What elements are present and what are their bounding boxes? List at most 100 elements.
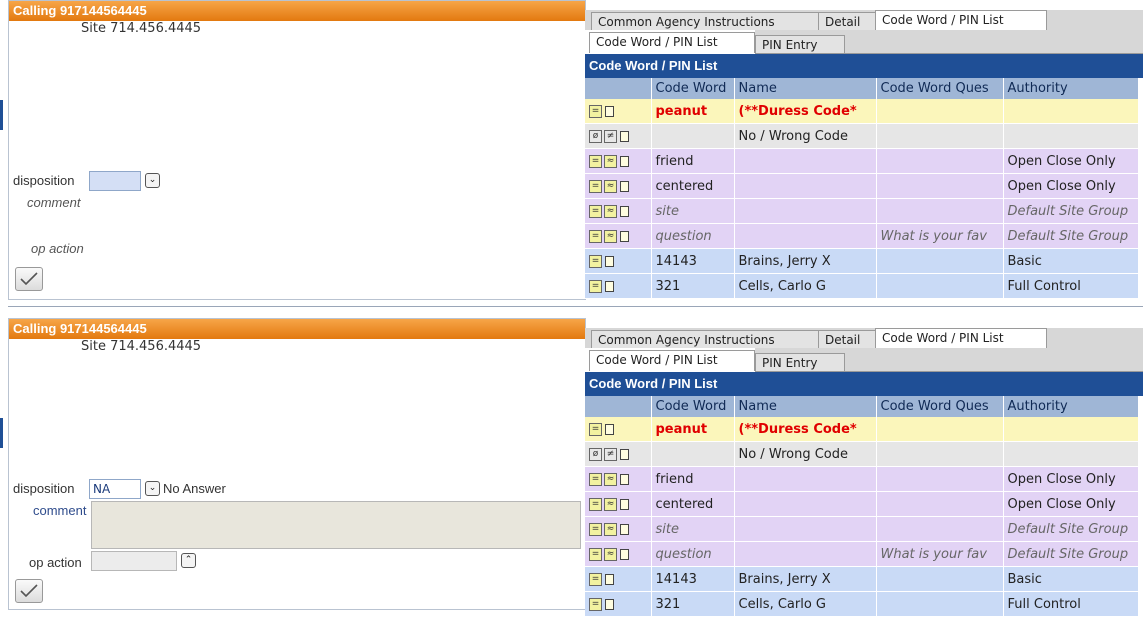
equals-icon[interactable]: = [589, 254, 602, 268]
table-row[interactable]: = ≈ question What is your fav Default Site G… [585, 223, 1139, 249]
disposition-dropdown-button[interactable]: ⌄ [145, 481, 160, 496]
table-row[interactable]: = ≈ site Default Site Group [585, 516, 1139, 542]
note-icon[interactable] [620, 155, 629, 167]
table-row[interactable]: = ≈ question What is your fav Default Site G… [585, 541, 1139, 567]
equals-icon[interactable]: = [589, 597, 602, 611]
approx-icon[interactable]: ≈ [604, 229, 617, 243]
disposition-field[interactable] [89, 171, 141, 191]
tab-detail[interactable]: Detail [818, 330, 876, 348]
equals-icon[interactable]: = [589, 497, 602, 511]
equals-icon[interactable]: = [589, 104, 602, 118]
authority-cell: Open Close Only [1003, 491, 1139, 517]
table-row[interactable]: = 14143 Brains, Jerry X Basic [585, 248, 1139, 274]
approx-icon[interactable]: ≈ [604, 497, 617, 511]
authority-cell: Open Close Only [1003, 148, 1139, 174]
equals-icon[interactable]: = [589, 472, 602, 486]
table-row[interactable]: ø ≠ No / Wrong Code [585, 441, 1139, 467]
table-row[interactable]: = ≈ centered Open Close Only [585, 491, 1139, 517]
confirm-button[interactable] [15, 267, 43, 291]
equals-icon[interactable]: = [589, 572, 602, 586]
equals-icon[interactable]: = [589, 179, 602, 193]
table-row[interactable]: = ≈ friend Open Close Only [585, 148, 1139, 174]
row-action-icons: = ≈ [585, 198, 652, 224]
not-equal-icon[interactable]: ≠ [604, 129, 617, 143]
table-row[interactable]: = 321 Cells, Carlo G Full Control [585, 591, 1139, 617]
table-row[interactable]: = ≈ site Default Site Group [585, 198, 1139, 224]
note-icon[interactable] [620, 498, 629, 510]
equals-icon[interactable]: = [589, 547, 602, 561]
approx-icon[interactable]: ≈ [604, 204, 617, 218]
note-icon[interactable] [605, 280, 614, 292]
empty-set-icon[interactable]: ø [589, 129, 602, 143]
table-row[interactable]: = peanut (**Duress Code* [585, 417, 1139, 442]
op-action-dropdown-button[interactable]: ⌃ [181, 553, 196, 568]
equals-icon[interactable]: = [589, 279, 602, 293]
table-row[interactable]: = ≈ centered Open Close Only [585, 173, 1139, 199]
table-row[interactable]: = 14143 Brains, Jerry X Basic [585, 566, 1139, 592]
column-header-code-word[interactable]: Code Word [651, 396, 735, 417]
equals-icon[interactable]: = [589, 422, 602, 436]
authority-cell: Full Control [1003, 591, 1139, 617]
note-icon[interactable] [605, 255, 614, 267]
equals-icon[interactable]: = [589, 229, 602, 243]
code-word-panel: Common Agency Instructions Detail Code Wor… [585, 0, 1143, 300]
tab-code-word-pin-list[interactable]: Code Word / PIN List [875, 10, 1047, 31]
approx-icon[interactable]: ≈ [604, 472, 617, 486]
op-action-field[interactable] [91, 551, 177, 571]
tab-code-word-pin-list[interactable]: Code Word / PIN List [875, 328, 1047, 349]
code-word-cell: 321 [651, 273, 735, 299]
note-icon[interactable] [620, 230, 629, 242]
note-icon[interactable] [620, 130, 629, 142]
table-row[interactable]: ø ≠ No / Wrong Code [585, 123, 1139, 149]
column-header-name[interactable]: Name [734, 396, 877, 417]
row-action-icons: = [585, 99, 652, 124]
note-icon[interactable] [605, 105, 614, 117]
window-edge [0, 100, 3, 130]
note-icon[interactable] [620, 523, 629, 535]
table-row[interactable]: = ≈ friend Open Close Only [585, 466, 1139, 492]
table-row[interactable]: = 321 Cells, Carlo G Full Control [585, 273, 1139, 299]
note-icon[interactable] [620, 448, 629, 460]
subtab-pin-entry[interactable]: PIN Entry [755, 353, 845, 371]
column-header-code-word-question[interactable]: Code Word Ques [876, 396, 1004, 417]
note-icon[interactable] [620, 205, 629, 217]
column-header-code-word-question[interactable]: Code Word Ques [876, 78, 1004, 99]
question-cell [876, 148, 1004, 174]
approx-icon[interactable]: ≈ [604, 154, 617, 168]
comment-textarea[interactable] [91, 501, 581, 549]
note-icon[interactable] [620, 548, 629, 560]
column-header-authority[interactable]: Authority [1003, 78, 1139, 99]
name-cell: Brains, Jerry X [734, 248, 877, 274]
call-panel: Calling 917144564445 Site 714.456.4445 dis… [0, 0, 1143, 300]
equals-icon[interactable]: = [589, 522, 602, 536]
disposition-field[interactable]: NA [89, 479, 141, 499]
tab-common-agency-instructions[interactable]: Common Agency Instructions [591, 12, 819, 30]
disposition-label: disposition [13, 481, 75, 496]
equals-icon[interactable]: = [589, 154, 602, 168]
not-equal-icon[interactable]: ≠ [604, 447, 617, 461]
equals-icon[interactable]: = [589, 204, 602, 218]
row-action-icons: = [585, 273, 652, 299]
note-icon[interactable] [620, 180, 629, 192]
confirm-button[interactable] [15, 579, 43, 603]
subtab-code-word-pin-list[interactable]: Code Word / PIN List [589, 350, 755, 371]
tab-detail[interactable]: Detail [818, 12, 876, 30]
note-icon[interactable] [605, 573, 614, 585]
subtab-code-word-pin-list[interactable]: Code Word / PIN List [589, 32, 755, 53]
subtab-pin-entry[interactable]: PIN Entry [755, 35, 845, 53]
column-header-name[interactable]: Name [734, 78, 877, 99]
column-header-authority[interactable]: Authority [1003, 396, 1139, 417]
note-icon[interactable] [620, 473, 629, 485]
call-info-panel: Calling 917144564445 Site 714.456.4445 dis… [8, 318, 586, 610]
disposition-dropdown-button[interactable]: ⌄ [145, 173, 160, 188]
table-row[interactable]: = peanut (**Duress Code* [585, 99, 1139, 124]
empty-set-icon[interactable]: ø [589, 447, 602, 461]
sub-tab-bar: Code Word / PIN List PIN Entry [585, 30, 1143, 54]
note-icon[interactable] [605, 423, 614, 435]
approx-icon[interactable]: ≈ [604, 179, 617, 193]
approx-icon[interactable]: ≈ [604, 547, 617, 561]
column-header-code-word[interactable]: Code Word [651, 78, 735, 99]
tab-common-agency-instructions[interactable]: Common Agency Instructions [591, 330, 819, 348]
approx-icon[interactable]: ≈ [604, 522, 617, 536]
note-icon[interactable] [605, 598, 614, 610]
